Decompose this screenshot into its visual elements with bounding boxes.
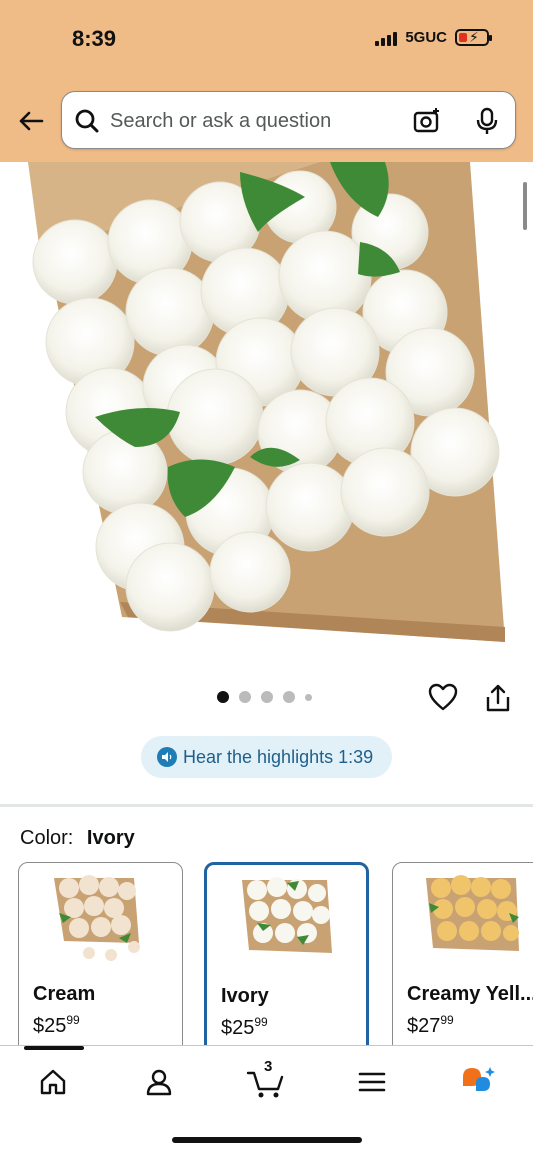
page-dot[interactable] xyxy=(261,691,273,703)
network-label: 5GUC xyxy=(405,29,447,46)
home-icon[interactable] xyxy=(33,1062,73,1102)
search-input[interactable] xyxy=(110,106,400,136)
swatch-thumbnail xyxy=(426,875,519,951)
microphone-icon[interactable] xyxy=(474,106,500,141)
swatch-thumbnail xyxy=(54,875,140,961)
camera-icon[interactable] xyxy=(412,106,442,141)
color-selector-label: Color: Ivory xyxy=(20,827,135,850)
swatch-cream[interactable]: Cream $2599 xyxy=(18,862,183,1062)
image-pagination[interactable] xyxy=(217,691,312,703)
swatch-price: $2599 xyxy=(33,1013,80,1037)
cart-count: 3 xyxy=(264,1058,273,1075)
share-icon[interactable] xyxy=(484,683,512,718)
product-image[interactable] xyxy=(0,162,533,672)
swatch-name: Ivory xyxy=(221,985,269,1007)
hear-highlights-label: Hear the highlights 1:39 xyxy=(183,746,374,767)
home-indicator[interactable] xyxy=(172,1137,362,1143)
page-dot[interactable] xyxy=(283,691,295,703)
back-arrow-icon[interactable] xyxy=(16,106,46,136)
app-header: 8:39 5GUC ⚡ xyxy=(0,0,533,162)
swatch-price: $2599 xyxy=(221,1015,268,1039)
active-tab-indicator xyxy=(24,1046,84,1050)
swatch-price: $2799 xyxy=(407,1013,454,1037)
section-divider xyxy=(0,804,533,807)
search-icon xyxy=(74,108,100,139)
cart-icon[interactable]: 3 xyxy=(246,1058,286,1102)
swatch-name: Creamy Yell... xyxy=(407,983,533,1005)
battery-icon: ⚡ xyxy=(455,29,492,46)
page-dot[interactable] xyxy=(305,693,312,701)
rufus-icon[interactable] xyxy=(458,1062,498,1102)
swatch-thumbnail xyxy=(242,877,332,953)
status-time: 8:39 xyxy=(72,26,117,51)
page-dot[interactable] xyxy=(217,691,229,703)
page-dot[interactable] xyxy=(239,691,251,703)
hear-highlights-button[interactable]: Hear the highlights 1:39 xyxy=(141,736,392,778)
swatch-name: Cream xyxy=(33,983,96,1005)
color-value: Ivory xyxy=(86,827,135,849)
menu-icon[interactable] xyxy=(352,1062,392,1102)
heart-icon[interactable] xyxy=(428,683,458,716)
status-icons: 5GUC ⚡ xyxy=(375,29,492,46)
signal-icon xyxy=(375,30,398,46)
scrollbar[interactable] xyxy=(523,182,527,230)
account-icon[interactable] xyxy=(139,1062,179,1102)
search-bar[interactable] xyxy=(61,91,516,149)
speaker-icon xyxy=(157,747,177,767)
swatch-ivory[interactable]: Ivory $2599 xyxy=(204,862,369,1062)
color-label: Color: xyxy=(20,827,74,849)
swatch-creamy-yellow[interactable]: Creamy Yell... $2799 xyxy=(392,862,533,1062)
